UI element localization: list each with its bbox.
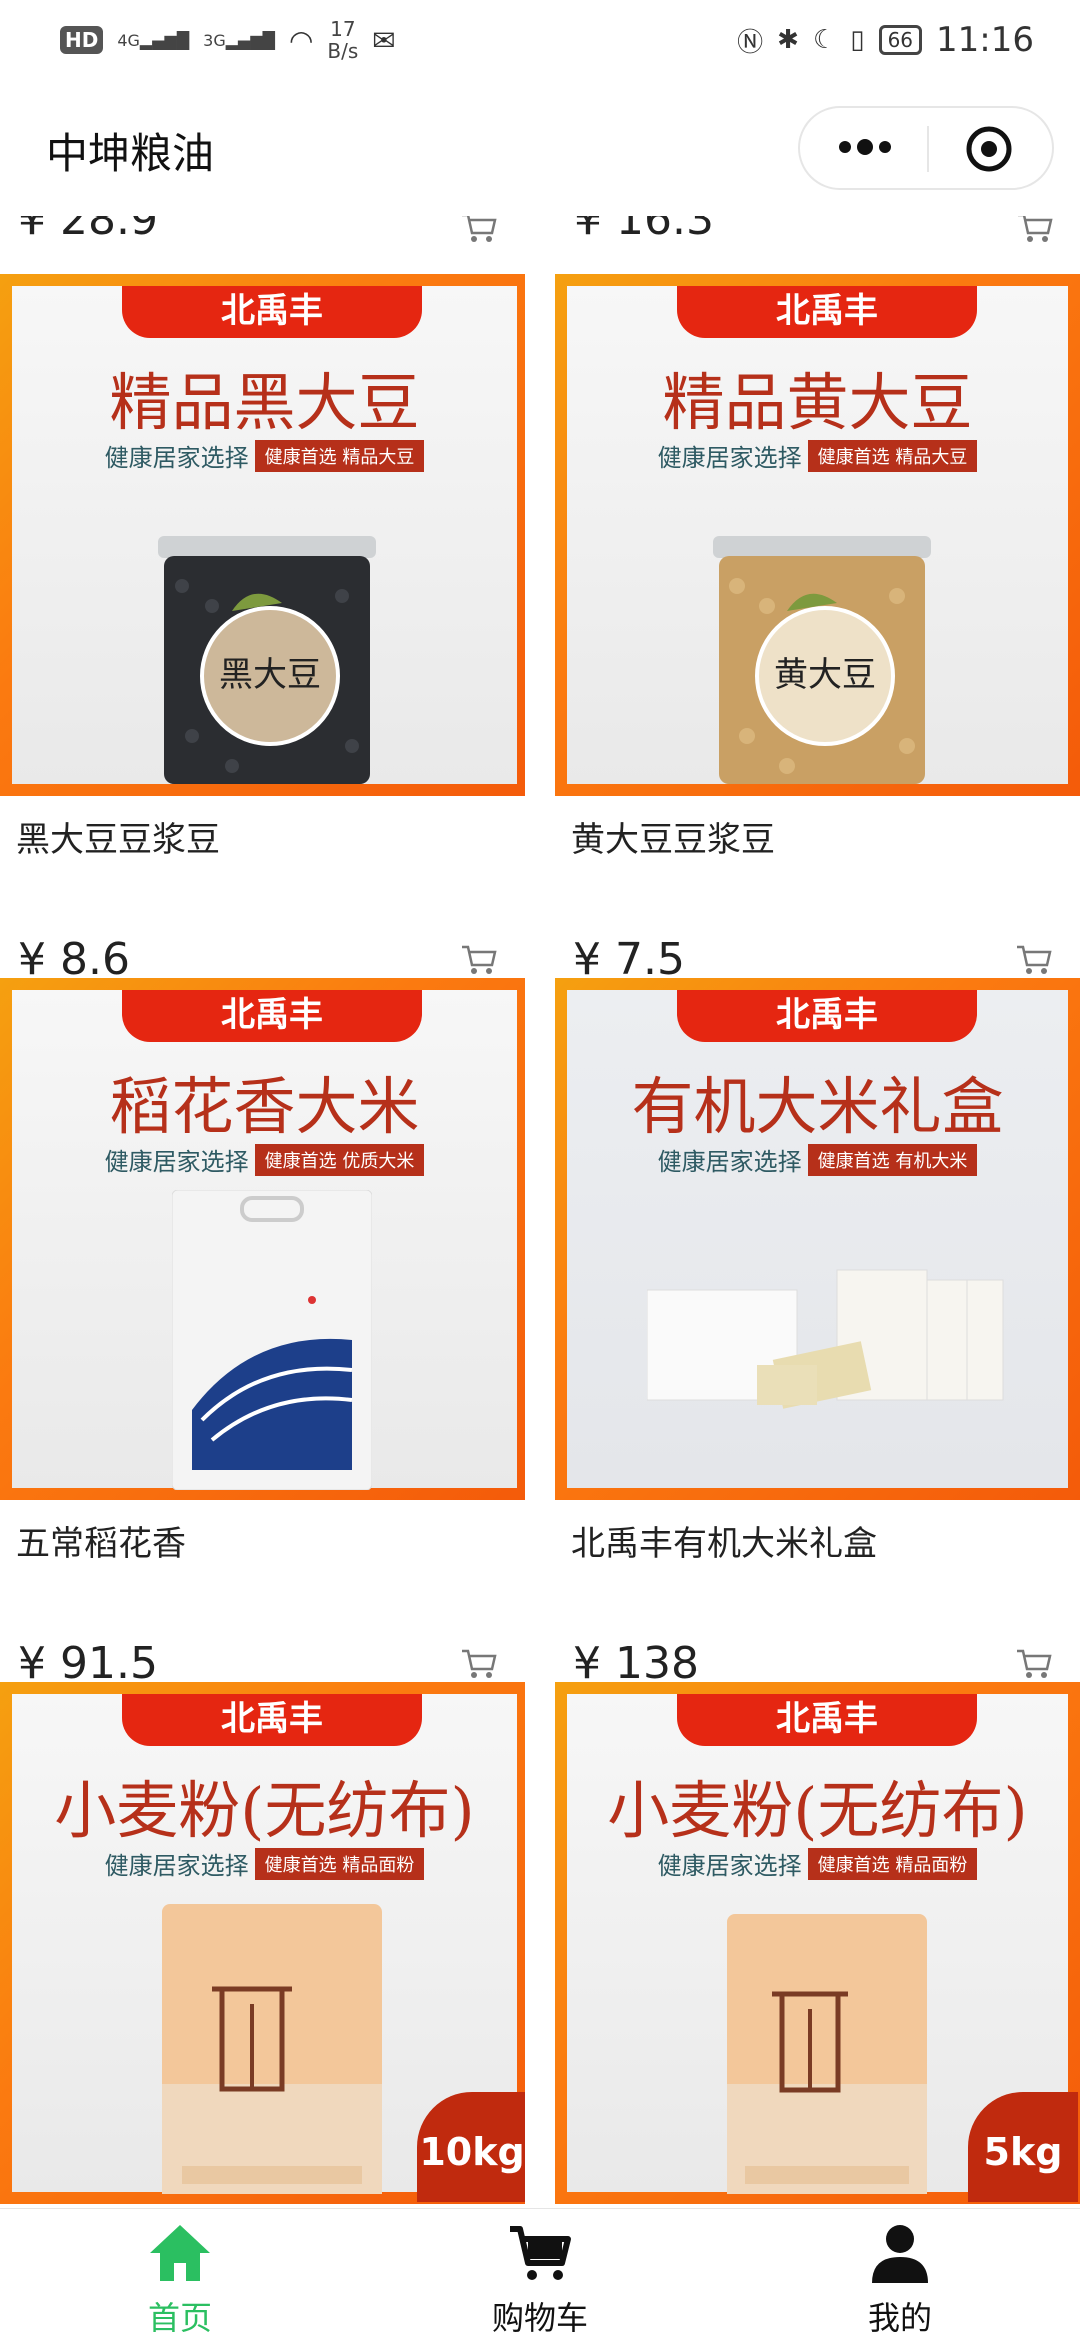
battery-indicator: 66 (878, 25, 923, 55)
image-background: 北禹丰 精品黄大豆 健康居家选择 健康首选 精品大豆 黄大豆 (567, 286, 1068, 784)
yellow-bean-jar-image: 黄大豆 (713, 536, 931, 784)
brand-banner: 北禹丰 (122, 286, 422, 338)
rice-bag-image (172, 1190, 372, 1490)
network-speed: 17 B/s (327, 17, 359, 63)
tab-label: 我的 (867, 2299, 932, 2337)
add-cart-icon[interactable] (460, 216, 498, 244)
image-slogan: 健康居家选择 健康首选 有机大米 (567, 1142, 1068, 1177)
image-slogan: 健康居家选择 健康首选 精品面粉 (567, 1846, 1068, 1881)
clock: 11:16 (936, 20, 1034, 60)
image-background: 北禹丰 有机大米礼盒 健康居家选择 健康首选 有机大米 (567, 990, 1068, 1488)
brand-banner: 北禹丰 (677, 286, 977, 338)
moon-icon: ☾ (812, 25, 837, 55)
image-headline: 精品黄大豆 (662, 366, 973, 439)
signal-4g-icon: 4G▂▄▆█ (117, 30, 190, 50)
home-icon (150, 2225, 210, 2281)
tab-label: 首页 (147, 2299, 212, 2337)
image-slogan: 健康居家选择 健康首选 精品大豆 (567, 438, 1068, 473)
image-slogan: 健康居家选择 健康首选 精品大豆 (12, 438, 517, 473)
wifi-icon: ◠ (288, 23, 314, 57)
brand-banner: 北禹丰 (122, 990, 422, 1042)
image-background: 北禹丰 小麦粉(无纺布) 健康居家选择 健康首选 精品面粉 5kg (567, 1694, 1078, 2202)
image-slogan: 健康居家选择 健康首选 精品面粉 (12, 1846, 517, 1881)
product-image[interactable]: 北禹丰 小麦粉(无纺布) 健康居家选择 健康首选 精品面粉 10kg (0, 1682, 525, 2204)
weight-badge: 5kg (968, 2092, 1078, 2202)
product-image[interactable]: 北禹丰 精品黄大豆 健康居家选择 健康首选 精品大豆 黄大豆 (555, 274, 1080, 796)
nfc-icon: Ⓝ (737, 27, 764, 58)
rice-gift-box-image (647, 1269, 1004, 1409)
partial-price-right: ¥ 16.3 (574, 216, 714, 245)
product-name[interactable]: 五常稻花香 (16, 1516, 186, 1565)
weight-badge: 10kg (417, 2092, 525, 2202)
bottom-tab-bar: 首页 购物车 我的 (0, 2208, 1080, 2341)
image-headline: 有机大米礼盒 (631, 1070, 1004, 1143)
product-image[interactable]: 北禹丰 小麦粉(无纺布) 健康居家选择 健康首选 精品面粉 5kg (555, 1682, 1080, 2204)
add-cart-icon[interactable] (1015, 942, 1053, 976)
status-bar: HD 4G▂▄▆█ 3G▂▄▆█ ◠ 17 B/s ✉ Ⓝ ✱ ☾ ▯ 66 11… (0, 0, 1080, 80)
tab-cart[interactable]: 购物车 (360, 2209, 720, 2341)
image-background: 北禹丰 稻花香大米 健康居家选择 健康首选 优质大米 (12, 990, 517, 1490)
svg-text:黑大豆: 黑大豆 (219, 655, 321, 695)
partial-price-left: ¥ 28.9 (18, 216, 158, 245)
add-cart-icon[interactable] (1015, 1646, 1053, 1680)
image-headline: 精品黑大豆 (109, 366, 420, 439)
tab-label: 购物车 (491, 2299, 588, 2337)
hd-indicator: HD (60, 26, 104, 54)
product-name[interactable]: 北禹丰有机大米礼盒 (571, 1516, 877, 1565)
close-target-icon[interactable] (964, 124, 1014, 174)
product-grid: ¥ 28.9 ¥ 16.3 北禹丰 精品黑大豆 健康居家选择 健康首选 精品大豆 … (0, 216, 1080, 2208)
image-headline: 稻花香大米 (109, 1070, 420, 1143)
product-image[interactable]: 北禹丰 精品黑大豆 健康居家选择 健康首选 精品大豆 黑大豆 (0, 274, 525, 796)
brand-banner: 北禹丰 (122, 1694, 422, 1746)
status-left: HD 4G▂▄▆█ 3G▂▄▆█ ◠ 17 B/s ✉ (60, 18, 396, 62)
brand-banner: 北禹丰 (677, 990, 977, 1042)
svg-text:黄大豆: 黄大豆 (774, 655, 876, 695)
image-headline: 小麦粉(无纺布) (607, 1774, 1028, 1847)
mini-program-header: 中坤粮油 (0, 80, 1080, 216)
bluetooth-icon: ✱ (777, 25, 799, 55)
signal-3g-icon: 3G▂▄▆█ (203, 30, 275, 50)
add-cart-icon[interactable] (460, 942, 498, 976)
user-icon (872, 2225, 928, 2283)
tab-home[interactable]: 首页 (0, 2209, 360, 2341)
product-image[interactable]: 北禹丰 稻花香大米 健康居家选择 健康首选 优质大米 (0, 978, 525, 1500)
status-right: Ⓝ ✱ ☾ ▯ 66 11:16 (737, 20, 1034, 60)
flour-bag-image (162, 1904, 382, 2194)
product-name[interactable]: 黑大豆豆浆豆 (16, 812, 220, 861)
add-cart-icon[interactable] (460, 1646, 498, 1680)
add-cart-icon[interactable] (1016, 216, 1054, 244)
cart-icon (510, 2226, 571, 2280)
wechat-icon: ✉ (372, 23, 396, 57)
page-title: 中坤粮油 (46, 129, 215, 178)
capsule-divider (927, 126, 929, 172)
flour-bag-image (727, 1914, 927, 2194)
image-background: 北禹丰 小麦粉(无纺布) 健康居家选择 健康首选 精品面粉 10kg (12, 1694, 525, 2202)
black-bean-jar-image: 黑大豆 (158, 536, 376, 784)
product-image[interactable]: 北禹丰 有机大米礼盒 健康居家选择 健康首选 有机大米 (555, 978, 1080, 1500)
brand-banner: 北禹丰 (677, 1694, 977, 1746)
image-background: 北禹丰 精品黑大豆 健康居家选择 健康首选 精品大豆 黑大豆 (12, 286, 517, 784)
image-slogan: 健康居家选择 健康首选 优质大米 (12, 1142, 517, 1177)
image-headline: 小麦粉(无纺布) (54, 1774, 475, 1847)
more-icon[interactable] (832, 124, 898, 170)
menu-capsule (798, 106, 1054, 190)
product-name[interactable]: 黄大豆豆浆豆 (571, 812, 775, 861)
tab-profile[interactable]: 我的 (720, 2209, 1080, 2341)
vibrate-icon: ▯ (850, 25, 865, 55)
